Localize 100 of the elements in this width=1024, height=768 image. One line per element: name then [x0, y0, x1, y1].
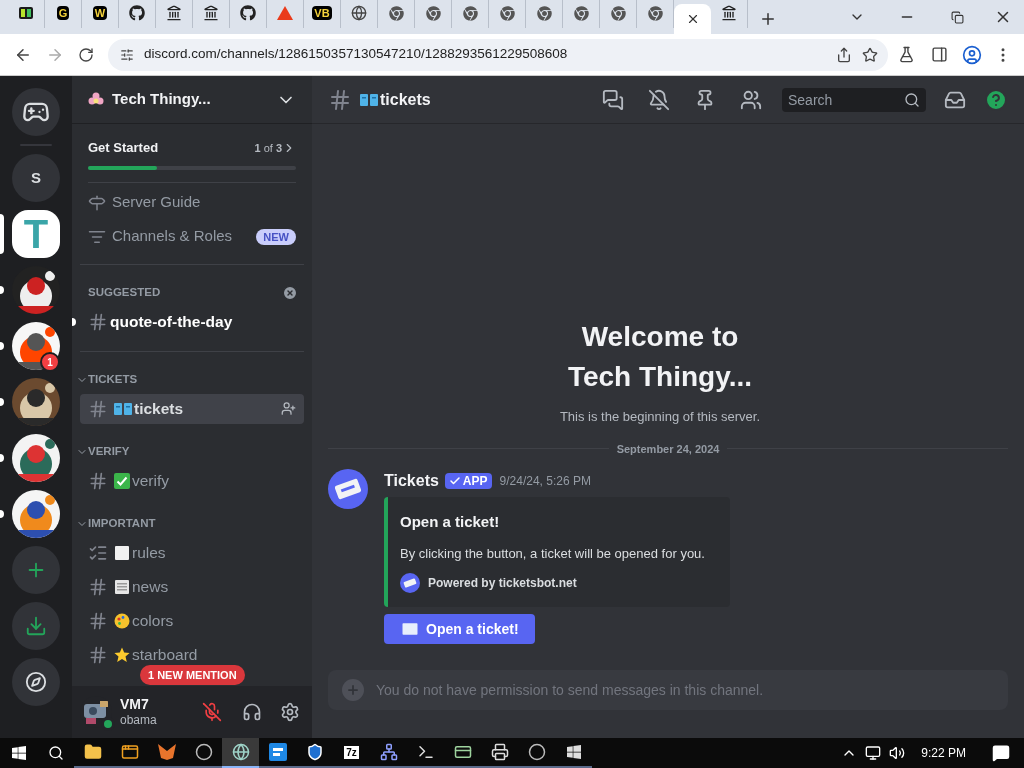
step-counter: 1 of 3: [254, 140, 282, 156]
category-header[interactable]: IMPORTANT: [88, 514, 304, 533]
category-header[interactable]: SUGGESTED: [80, 283, 282, 302]
user-status: obama: [120, 712, 158, 728]
logo-icon: G: [56, 6, 70, 20]
members-icon[interactable]: [740, 88, 762, 111]
channel-title: tickets: [380, 89, 432, 110]
ring-icon[interactable]: [527, 743, 546, 761]
channel-item[interactable]: quote-of-the-day: [80, 306, 304, 337]
guide-item[interactable]: Channels & Roles NEW: [80, 219, 304, 254]
hash-icon: [88, 644, 108, 665]
taskbar-app[interactable]: [222, 738, 259, 768]
volume-icon[interactable]: [889, 745, 906, 761]
address-bar[interactable]: discord.com/channels/1286150357130547210/1288293561229508608: [108, 38, 888, 71]
book-emoji-icon: [114, 401, 132, 416]
signpost-icon: [88, 193, 106, 212]
settings-icon[interactable]: [280, 702, 300, 722]
chrome-icon: [610, 5, 626, 21]
home-button[interactable]: [12, 88, 60, 136]
window-icon[interactable]: [120, 743, 139, 761]
triangle-icon: [277, 6, 293, 20]
hash-icon: [328, 87, 352, 112]
notifications-icon[interactable]: [992, 744, 1010, 762]
check-icon: [448, 475, 461, 487]
guide-item[interactable]: Server Guide: [80, 185, 304, 220]
threads-icon[interactable]: [602, 88, 624, 111]
composer-bar[interactable]: You do not have permission to send messages in this channel.: [328, 670, 1008, 710]
search-field[interactable]: Search: [782, 87, 926, 112]
download-button[interactable]: [12, 602, 60, 650]
newspaper-emoji-icon: [114, 578, 130, 595]
printer-icon[interactable]: [490, 743, 509, 761]
new-tab-icon[interactable]: [759, 10, 777, 28]
folder-icon[interactable]: [83, 743, 102, 761]
download-icon: [25, 615, 47, 637]
onboarding-title: Get Started: [88, 139, 160, 157]
restore-icon[interactable]: [950, 10, 964, 24]
flask-icon[interactable]: [898, 46, 915, 63]
page-emoji-icon: [114, 544, 130, 561]
explore-button[interactable]: [12, 658, 60, 706]
channel-item[interactable]: colors: [80, 605, 304, 636]
star-emoji-icon: [114, 646, 130, 663]
ring-icon[interactable]: [194, 743, 213, 761]
browser-tab[interactable]: G: [45, 0, 82, 28]
category-header[interactable]: TICKETS: [88, 370, 304, 389]
network-icon[interactable]: [865, 745, 882, 761]
channel-item[interactable]: tickets: [80, 393, 304, 424]
unread-indicator: [72, 317, 76, 326]
username: VM7: [120, 696, 150, 712]
muted-bell-icon[interactable]: [648, 88, 670, 111]
mute-icon[interactable]: [202, 702, 222, 722]
chrome-icon: [499, 5, 515, 21]
logo-icon: W: [92, 6, 108, 20]
invite-icon[interactable]: [281, 401, 296, 416]
url-text: discord.com/channels/1286150357130547210/1288293561229508608: [144, 45, 569, 64]
card-icon[interactable]: [453, 743, 472, 761]
archive-icon[interactable]: 7z: [344, 745, 359, 759]
category-header[interactable]: VERIFY: [88, 442, 304, 461]
shield-icon[interactable]: [305, 743, 324, 761]
channel-item[interactable]: news: [80, 571, 304, 602]
github-icon: [240, 5, 256, 21]
date-divider: September 24, 2024: [616, 441, 720, 457]
globe-icon[interactable]: [231, 743, 250, 761]
palette-emoji-icon: [114, 612, 130, 629]
server-button[interactable]: S: [12, 154, 60, 202]
hash-icon: [88, 576, 108, 597]
channel-item[interactable]: rules: [80, 537, 304, 568]
app-icon: [18, 5, 34, 21]
chrome-icon: [462, 5, 478, 21]
logo-icon: VB: [312, 6, 332, 20]
channel-item[interactable]: verify: [80, 465, 304, 496]
add-server-button[interactable]: [12, 546, 60, 594]
building-icon: [166, 5, 182, 21]
dismiss-icon[interactable]: [282, 284, 298, 301]
share-icon[interactable]: [836, 46, 852, 63]
footer-icon: [400, 573, 420, 593]
browser-tab[interactable]: VB: [304, 0, 341, 28]
terminal-icon[interactable]: [416, 743, 435, 761]
clock[interactable]: 9:22 PM: [921, 744, 966, 762]
reload-icon[interactable]: [78, 46, 94, 63]
chrome-icon: [425, 5, 441, 21]
chrome-icon: [388, 5, 404, 21]
building-icon: [203, 5, 219, 21]
windows-icon[interactable]: [565, 744, 582, 760]
site-settings-icon[interactable]: [120, 47, 134, 62]
onboarding-progress[interactable]: Get Started 1 of 3: [88, 124, 296, 183]
side-panel-icon[interactable]: [931, 46, 948, 63]
app-icon[interactable]: [268, 743, 287, 761]
server-button[interactable]: T: [12, 210, 60, 258]
start-icon[interactable]: [10, 745, 27, 761]
network-icon[interactable]: [379, 743, 398, 761]
search-icon[interactable]: [47, 745, 64, 761]
check-emoji-icon: [114, 472, 130, 489]
new-mention-toast[interactable]: 1 NEW MENTION: [140, 665, 245, 685]
fox-icon[interactable]: [157, 744, 176, 760]
headphones-icon[interactable]: [242, 702, 262, 722]
taskbar-app[interactable]: 7z: [333, 738, 370, 768]
profile-icon[interactable]: [962, 44, 982, 65]
browser-tab[interactable]: W: [82, 0, 119, 28]
bookmark-icon[interactable]: [862, 46, 878, 63]
open-ticket-button[interactable]: Open a ticket!: [384, 614, 535, 644]
